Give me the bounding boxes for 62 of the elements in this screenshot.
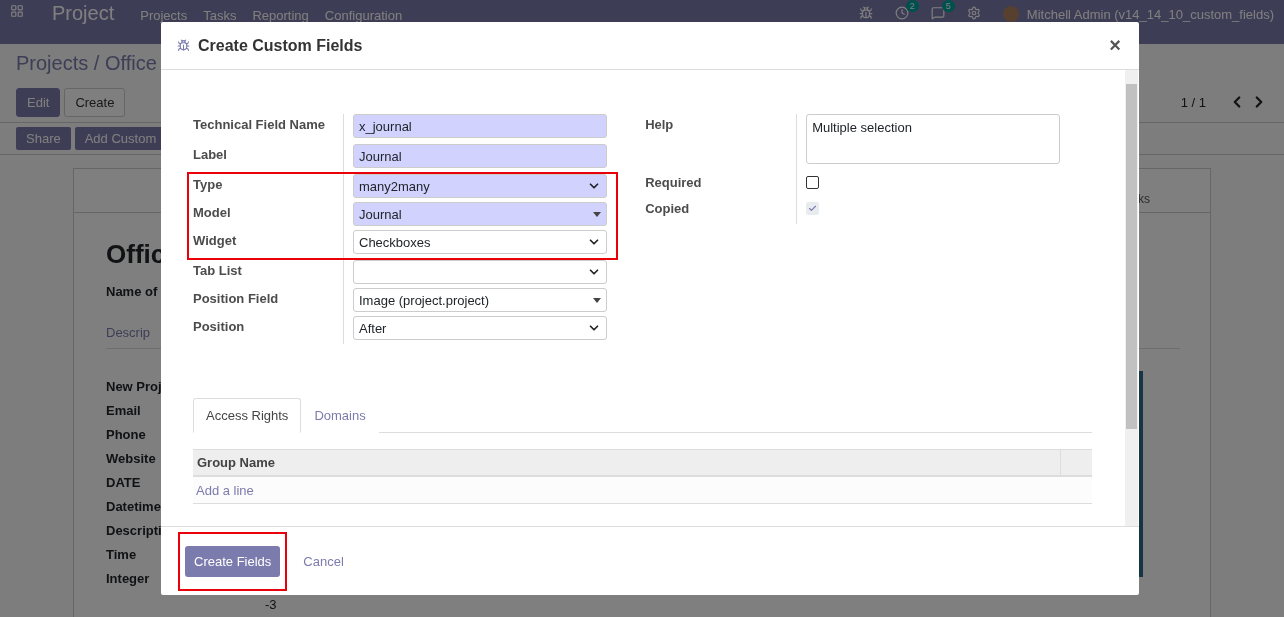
cancel-link[interactable]: Cancel xyxy=(293,547,354,575)
settings-icon[interactable] xyxy=(966,6,981,20)
field-label: Type xyxy=(193,176,224,194)
toolbar-button[interactable]: Create xyxy=(64,87,126,117)
menu-item[interactable]: Projects xyxy=(140,8,188,23)
tab[interactable]: Access Rights xyxy=(193,398,302,433)
text-field[interactable]: x_journal xyxy=(353,114,607,138)
toolbar-button[interactable]: Edit xyxy=(16,87,61,117)
field-label: Position xyxy=(193,318,246,336)
menu-item[interactable]: Tasks xyxy=(203,8,237,23)
select-field[interactable]: many2many xyxy=(353,174,607,198)
field-label: Descripti xyxy=(106,523,162,540)
select-field[interactable]: Checkboxes xyxy=(353,230,607,254)
field-label: DATE xyxy=(106,475,141,492)
select-field[interactable]: Journal xyxy=(353,202,607,226)
field-label: Widget xyxy=(193,232,238,250)
field-value: -3 xyxy=(265,597,277,612)
create-fields-button[interactable]: Create Fields xyxy=(185,545,281,577)
field-label: Datetime xyxy=(106,499,161,516)
sheet-tab[interactable]: ks xyxy=(1138,192,1150,206)
select-field[interactable]: After xyxy=(353,316,607,340)
column-header: Group Name xyxy=(196,454,276,472)
select-field[interactable]: Image (project.project) xyxy=(353,288,607,312)
checkbox[interactable] xyxy=(806,176,820,189)
bug-icon xyxy=(177,39,190,52)
field-label: Model xyxy=(193,204,232,222)
field-label: Integer xyxy=(106,571,150,588)
field-label: Required xyxy=(645,174,703,192)
dialog-title: Create Custom Fields xyxy=(198,36,363,55)
menu-item[interactable]: Reporting xyxy=(252,8,309,23)
user-name[interactable]: Mitchell Admin (v14_14_10_custom_fields) xyxy=(1026,7,1274,22)
clock-icon[interactable] xyxy=(894,6,909,20)
caret-icon xyxy=(593,211,601,217)
select-field[interactable] xyxy=(353,260,607,284)
bug-icon[interactable] xyxy=(858,6,873,20)
field-label: Name of xyxy=(106,284,158,299)
field-label: Help xyxy=(645,116,675,134)
scrollbar[interactable] xyxy=(1125,70,1138,526)
pager: 1 / 1 xyxy=(1180,94,1206,110)
record-title: Offic xyxy=(106,239,166,270)
field-label: Tab List xyxy=(193,262,243,280)
close-button[interactable]: × xyxy=(1107,34,1123,57)
field-label: Technical Field Name xyxy=(193,116,326,134)
count-badge: 2 xyxy=(905,0,919,12)
add-line-link[interactable]: Add a line xyxy=(196,482,254,498)
help-textarea[interactable]: Multiple selection xyxy=(806,114,1061,164)
field-label: Email xyxy=(106,403,141,420)
chat-icon[interactable] xyxy=(930,6,945,20)
field-label: Copied xyxy=(645,200,691,218)
field-label: New Proj xyxy=(106,379,162,396)
field-label: Label xyxy=(193,146,228,164)
app-title: Project xyxy=(52,2,115,25)
field-label: Website xyxy=(106,451,156,468)
text-field[interactable]: Journal xyxy=(353,144,607,168)
apps-icon[interactable] xyxy=(10,4,24,18)
field-label: Time xyxy=(106,547,137,564)
caret-icon xyxy=(593,297,601,303)
count-badge: 5 xyxy=(941,0,955,12)
field-label: Position Field xyxy=(193,290,280,308)
action-button[interactable]: Share xyxy=(16,127,71,150)
field-label: Phone xyxy=(106,427,146,444)
menu-item[interactable]: Configuration xyxy=(324,8,403,23)
